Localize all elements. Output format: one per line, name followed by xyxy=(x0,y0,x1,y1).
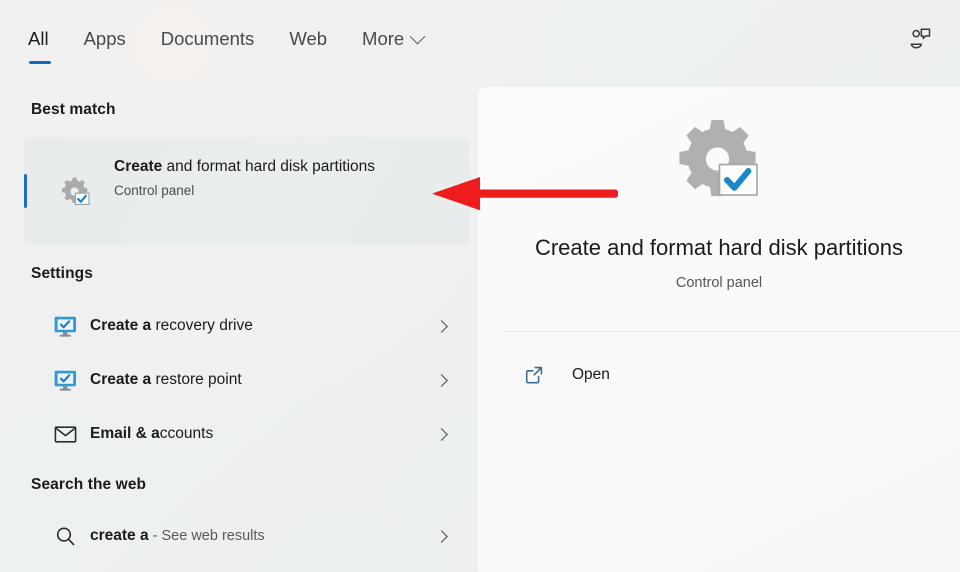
tab-more-label: More xyxy=(362,28,405,49)
search-tab-bar: All Apps Documents Web More xyxy=(0,0,960,80)
result-row-label: Create a recovery drive xyxy=(90,317,253,335)
result-row-email-and-accounts[interactable]: Email & accounts xyxy=(24,411,470,457)
open-external-link-icon xyxy=(524,365,544,385)
result-row-label: create a - See web results xyxy=(90,527,265,545)
tab-documents[interactable]: Documents xyxy=(161,26,277,52)
chevron-right-icon[interactable] xyxy=(435,319,448,333)
preview-divider xyxy=(504,331,960,332)
tab-apps[interactable]: Apps xyxy=(84,26,148,52)
best-match-heading: Best match xyxy=(31,101,116,118)
search-flyout: All Apps Documents Web More Best match C… xyxy=(0,0,960,572)
best-match-text: Create and format hard disk partitions C… xyxy=(114,154,384,198)
preview-panel: Create and format hard disk partitions C… xyxy=(478,87,960,572)
search-the-web-heading: Search the web xyxy=(31,476,147,493)
monitor-check-icon xyxy=(52,313,78,339)
preview-title: Create and format hard disk partitions xyxy=(534,235,904,260)
chevron-right-icon[interactable] xyxy=(435,427,448,441)
result-row-label-bold: Create a xyxy=(90,371,152,388)
result-row-label: Email & accounts xyxy=(90,425,213,443)
search-icon xyxy=(52,523,78,549)
open-button[interactable]: Open xyxy=(504,353,924,397)
feedback-person-speech-bubble-icon xyxy=(910,28,931,49)
envelope-icon xyxy=(52,421,78,447)
tab-apps-label: Apps xyxy=(83,28,126,49)
tab-web[interactable]: Web xyxy=(289,26,349,52)
result-row-label-bold: Create a xyxy=(90,317,152,334)
feedback-button[interactable] xyxy=(902,20,938,56)
best-match-result[interactable]: Create and format hard disk partitions C… xyxy=(24,137,470,245)
result-row-web-search[interactable]: create a - See web results xyxy=(24,513,470,559)
web-query-bold: create a xyxy=(90,527,149,544)
web-query-suffix: - See web results xyxy=(148,528,265,544)
best-match-title-bold: Create xyxy=(114,158,163,175)
tab-more[interactable]: More xyxy=(362,26,426,52)
monitor-check-icon xyxy=(52,367,78,393)
tab-documents-label: Documents xyxy=(160,28,255,49)
tab-all-label: All xyxy=(28,28,49,49)
chevron-right-icon[interactable] xyxy=(435,373,448,387)
tab-active-underline xyxy=(29,61,51,64)
chevron-right-icon[interactable] xyxy=(435,529,448,543)
tab-all[interactable]: All xyxy=(28,26,51,64)
best-match-title-rest: and format hard disk partitions xyxy=(162,158,376,175)
open-button-label: Open xyxy=(572,366,610,383)
gear-with-checkbox-large-icon xyxy=(671,114,767,210)
tab-list: All Apps Documents Web More xyxy=(28,26,436,64)
result-row-label-rest: restore point xyxy=(151,371,242,388)
best-match-subtitle: Control panel xyxy=(114,183,195,198)
chevron-down-icon xyxy=(409,28,426,44)
result-row-label: Create a restore point xyxy=(90,371,242,389)
tab-web-label: Web xyxy=(289,28,328,49)
settings-heading: Settings xyxy=(31,265,93,282)
gear-with-checkbox-icon xyxy=(58,175,92,209)
results-column: Best match Create and format hard disk p… xyxy=(0,80,478,572)
result-row-create-a-recovery-drive[interactable]: Create a recovery drive xyxy=(24,303,470,349)
result-row-label-rest: recovery drive xyxy=(151,317,253,334)
preview-subtitle: Control panel xyxy=(675,275,763,291)
selection-accent-bar xyxy=(24,174,27,208)
result-row-create-a-restore-point[interactable]: Create a restore point xyxy=(24,357,470,403)
result-row-label-bold: Email & a xyxy=(90,425,160,442)
best-match-title: Create and format hard disk partitions xyxy=(114,154,384,180)
result-row-label-rest: ccounts xyxy=(159,425,214,442)
